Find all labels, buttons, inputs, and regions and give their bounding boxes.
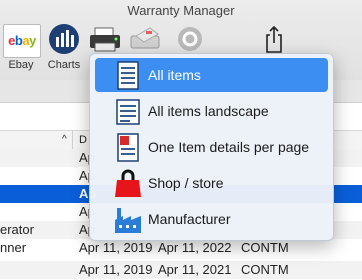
menu-item-one-item-details[interactable]: One Item details per page <box>95 130 328 164</box>
cell-name: erator <box>0 222 34 237</box>
document-landscape-icon <box>113 97 143 127</box>
menu-item-shop-store[interactable]: Shop / store <box>95 166 328 200</box>
factory-icon <box>113 205 143 235</box>
print-menu: All items All items landscape One Item d… <box>89 53 334 241</box>
menu-item-label: All items landscape <box>148 103 269 119</box>
document-details-icon <box>113 133 143 163</box>
menu-item-label: One Item details per page <box>148 139 310 155</box>
cell-start-date: Apr 11, 2019 <box>79 262 153 277</box>
window-title: Warranty Manager <box>127 3 235 18</box>
charts-label[interactable]: Charts <box>44 59 84 71</box>
menu-item-label: All items <box>148 67 201 83</box>
menu-item-label: Shop / store <box>148 175 224 191</box>
charts-icon[interactable] <box>48 22 80 61</box>
cell-name: nner <box>0 240 27 255</box>
menu-item-all-items-landscape[interactable]: All items landscape <box>95 94 328 128</box>
ebay-icon[interactable]: ebay <box>3 24 41 58</box>
menu-item-label: Manufacturer <box>148 211 231 227</box>
menu-item-all-items[interactable]: All items <box>95 58 328 92</box>
cell-end-date: Apr 11, 2021 <box>158 262 232 277</box>
cell-code: CONTM <box>241 262 289 277</box>
cell-code: CONTM <box>241 240 289 255</box>
table-row[interactable]: nner Apr 11, 2019 Apr 11, 2022 CONTM <box>0 239 362 257</box>
table-row[interactable]: Apr 11, 2019 Apr 11, 2021 CONTM <box>0 261 362 279</box>
column-divider <box>72 130 73 150</box>
ebay-label[interactable]: Ebay <box>3 59 39 71</box>
shopping-bag-icon <box>113 169 143 199</box>
sort-indicator[interactable]: ^ <box>62 131 67 149</box>
cell-start-date: Apr 11, 2019 <box>79 240 153 255</box>
document-icon <box>113 61 143 91</box>
date-column-header[interactable]: D <box>79 131 87 149</box>
cell-end-date: Apr 11, 2022 <box>158 240 232 255</box>
menu-item-manufacturer[interactable]: Manufacturer <box>95 202 328 236</box>
